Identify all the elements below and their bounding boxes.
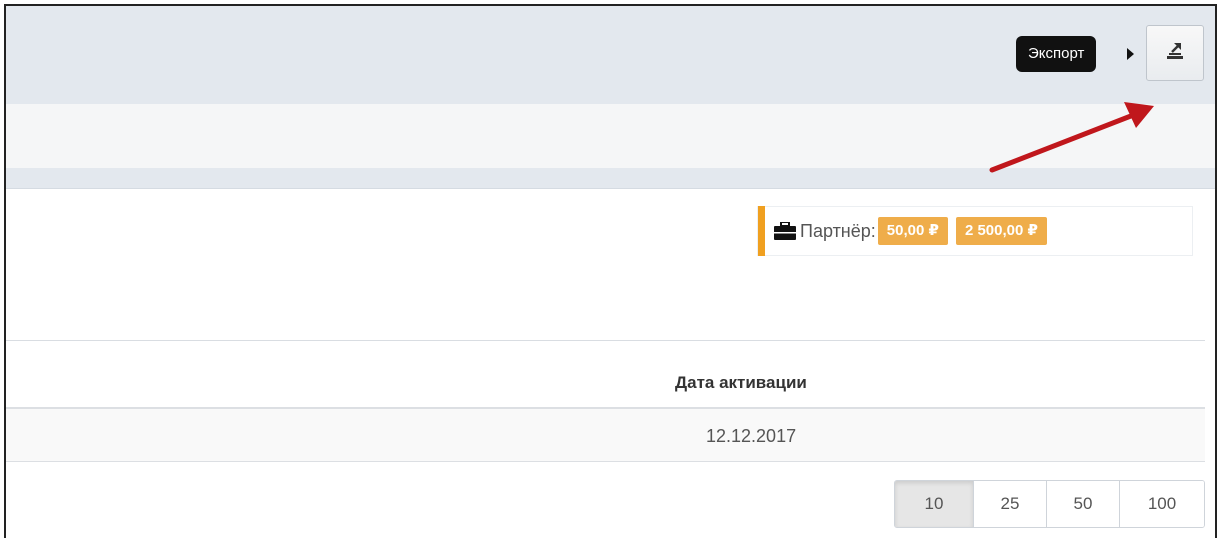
page-size-50-button[interactable]: 50: [1046, 481, 1119, 527]
briefcase-icon: [774, 222, 796, 240]
export-icon: [1164, 41, 1186, 66]
partner-amount-badge: 50,00 ₽: [877, 217, 948, 245]
export-tooltip: Экспорт: [1016, 36, 1097, 72]
table-header: [6, 341, 1205, 409]
column-header-activation-date[interactable]: Дата активации: [675, 373, 807, 393]
partner-accent-bar: [758, 206, 765, 256]
table-row: [6, 409, 1205, 462]
export-button[interactable]: [1146, 25, 1204, 81]
partner-label: Партнёр:: [800, 220, 876, 241]
page-size-25-button[interactable]: 25: [973, 481, 1046, 527]
page-frame: Экспорт Партнёр: 50,00 ₽ 2 500,00 ₽ Дата…: [4, 4, 1217, 538]
partner-total-badge: 2 500,00 ₽: [955, 217, 1047, 245]
page-size-selector: 10 25 50 100: [894, 480, 1205, 528]
toolbar: Экспорт: [6, 6, 1215, 104]
page-size-10-button[interactable]: 10: [895, 481, 973, 527]
tooltip-pointer: [1127, 48, 1134, 60]
annotation-arrow: [989, 102, 1154, 173]
cell-activation-date: 12.12.2017: [706, 426, 797, 446]
page-size-100-button[interactable]: 100: [1119, 481, 1204, 527]
partner-summary: Партнёр: 50,00 ₽ 2 500,00 ₽: [757, 206, 1193, 256]
